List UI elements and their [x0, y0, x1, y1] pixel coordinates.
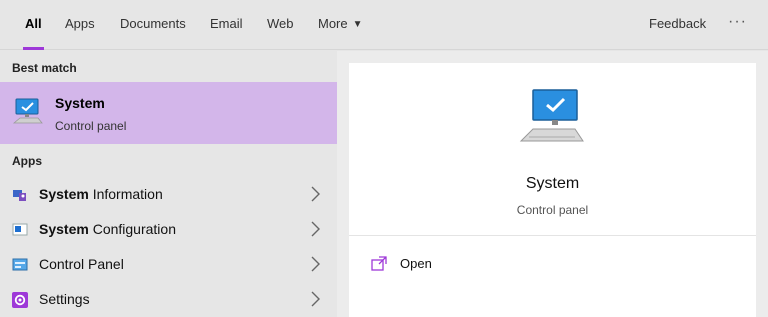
apps-heading: Apps: [12, 154, 42, 168]
divider: [349, 235, 756, 236]
results-list: Best match System Control panel Apps Sys…: [0, 51, 337, 317]
monitor-icon: [12, 98, 43, 124]
preview-category: Control panel: [516, 203, 589, 217]
more-options-icon[interactable]: ···: [728, 0, 747, 50]
settings-gear-icon: [12, 292, 28, 308]
open-icon: [371, 256, 387, 271]
best-match-heading: Best match: [12, 61, 77, 75]
best-match-title: System: [55, 95, 105, 111]
control-panel-icon: [12, 258, 28, 271]
preview-card: System Control panel Open: [349, 63, 756, 317]
tab-email[interactable]: Email: [210, 0, 243, 50]
best-match-item[interactable]: System Control panel: [0, 82, 337, 144]
preview-title: System: [525, 175, 580, 192]
caret-down-icon: ▼: [352, 19, 363, 30]
best-match-subtitle: Control panel: [55, 119, 127, 133]
app-item-label: System Information: [39, 186, 163, 202]
open-action[interactable]: Open: [349, 248, 756, 282]
app-item-label: System Configuration: [39, 221, 176, 237]
chevron-right-icon[interactable]: [309, 220, 321, 238]
tab-apps[interactable]: Apps: [65, 0, 95, 50]
chevron-right-icon[interactable]: [309, 255, 321, 273]
tab-more-label: More: [318, 16, 348, 31]
open-action-label: Open: [400, 256, 432, 271]
monitor-icon: [519, 89, 584, 142]
app-item-system-configuration[interactable]: System Configuration: [0, 212, 337, 247]
preview-pane: System Control panel Open: [337, 51, 768, 317]
chevron-right-icon[interactable]: [309, 290, 321, 308]
app-item-label: Settings: [39, 291, 90, 307]
tab-all[interactable]: All: [23, 0, 44, 50]
chevron-right-icon[interactable]: [309, 185, 321, 203]
app-item-settings[interactable]: Settings: [0, 282, 337, 317]
system-config-icon: [12, 223, 28, 236]
system-info-icon: [13, 190, 26, 201]
app-item-system-information[interactable]: System Information: [0, 177, 337, 212]
tab-more[interactable]: More ▼: [318, 0, 363, 50]
tab-web[interactable]: Web: [267, 0, 294, 50]
search-tab-bar: All Apps Documents Email Web More ▼ Feedb…: [0, 0, 768, 50]
app-item-label: Control Panel: [39, 256, 124, 272]
feedback-button[interactable]: Feedback: [649, 0, 706, 50]
tab-documents[interactable]: Documents: [120, 0, 186, 50]
app-item-control-panel[interactable]: Control Panel: [0, 247, 337, 282]
